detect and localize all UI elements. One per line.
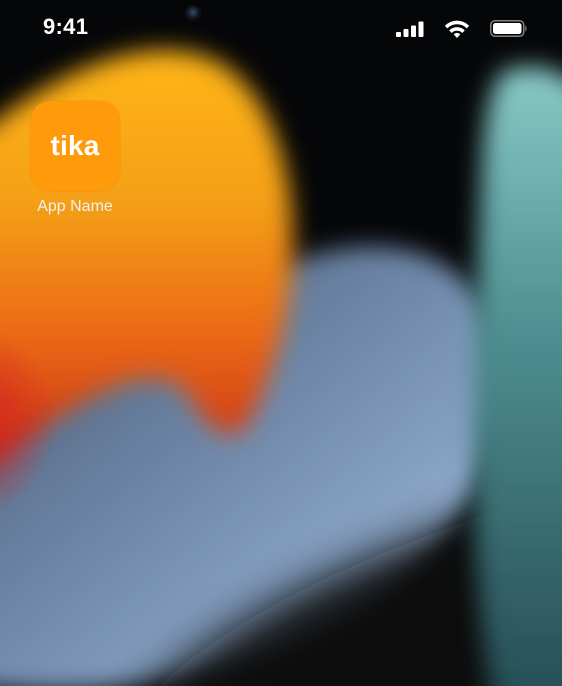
front-camera <box>186 6 200 20</box>
wifi-icon <box>444 20 470 38</box>
app-icon-logo-text: tika <box>50 130 100 161</box>
status-time: 9:41 <box>43 14 89 39</box>
app-icon-tika[interactable]: tika App Name <box>24 101 126 217</box>
cellular-signal-icon <box>396 21 424 37</box>
app-label: App Name <box>37 198 113 215</box>
home-screen: 9:41 tika App Name <box>0 0 562 686</box>
battery-full-icon <box>490 20 527 37</box>
status-bar: 9:41 <box>0 0 562 56</box>
app-icon-tile[interactable]: tika <box>30 101 120 191</box>
